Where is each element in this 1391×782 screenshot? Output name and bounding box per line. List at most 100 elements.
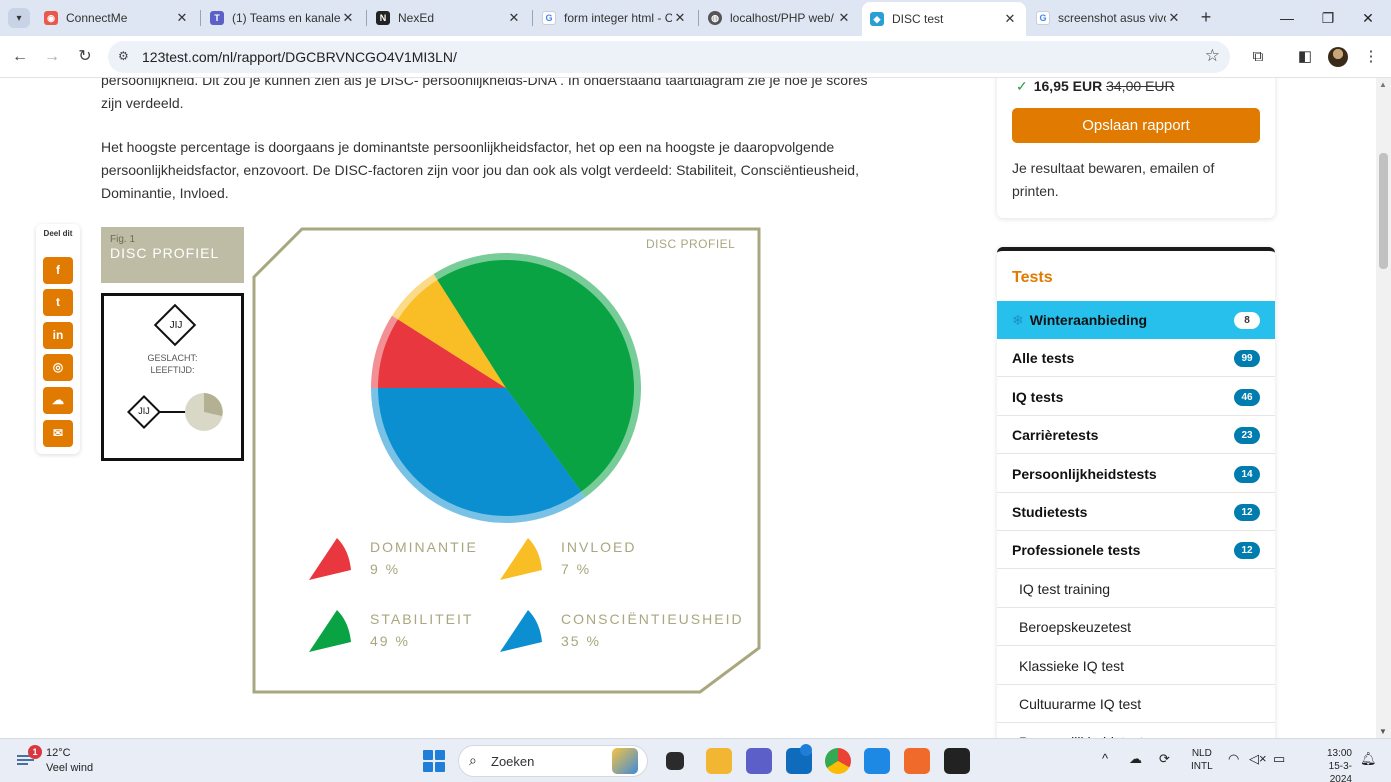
tests-sub-link[interactable]: Beroepskeuzetest xyxy=(997,608,1275,647)
chrome-icon[interactable] xyxy=(825,748,851,774)
menu-kebab-icon[interactable]: ⋮ xyxy=(1360,46,1382,68)
side-panel-icon[interactable]: ◧ xyxy=(1294,46,1316,68)
google-icon: G xyxy=(542,11,556,25)
widgets-icon[interactable] xyxy=(612,748,638,774)
legend-value: 9 % xyxy=(370,561,401,577)
tab-nexed[interactable]: N NexEd ✕ xyxy=(368,4,530,32)
profile-avatar[interactable] xyxy=(1328,47,1348,67)
scroll-down-icon[interactable]: ▼ xyxy=(1379,727,1387,736)
figure-title: DISC PROFIEL xyxy=(110,245,220,261)
tests-item-label: ❄ Winteraanbieding xyxy=(1012,312,1148,328)
sync-icon[interactable]: ⟳ xyxy=(1159,751,1170,767)
network-cloud-icon[interactable]: ☁ xyxy=(1129,751,1142,767)
scroll-up-icon[interactable]: ▲ xyxy=(1379,80,1387,89)
tests-item[interactable]: ❄ Winteraanbieding 8 xyxy=(997,301,1275,339)
close-icon[interactable]: ✕ xyxy=(506,10,522,26)
chevron-up-icon[interactable]: ^ xyxy=(1102,751,1108,766)
tab-google-screenshot[interactable]: G screenshot asus vivob ✕ xyxy=(1028,4,1190,32)
tests-item[interactable]: Carrièretests 23 xyxy=(997,416,1275,455)
address-bar[interactable]: ⚙ 123test.com/nl/rapport/DGCBRVNCGO4V1MI… xyxy=(108,41,1230,73)
tests-title: Tests xyxy=(1012,269,1053,286)
close-icon[interactable]: ✕ xyxy=(672,10,688,26)
profile-card: JIJ GESLACHT: LEEFTIJD: JIJ xyxy=(101,293,244,461)
store-badge xyxy=(800,744,812,756)
weather-badge: 1 xyxy=(28,745,42,759)
linkedin-share-button[interactable]: in xyxy=(43,322,73,349)
messenger-share-button[interactable]: ☁ xyxy=(43,387,73,414)
restore-icon[interactable]: ❐ xyxy=(1316,6,1340,30)
tests-sub-link[interactable]: Persoonlijkheidstest xyxy=(997,723,1275,738)
page-scrollbar[interactable]: ▲ ▼ xyxy=(1376,78,1391,738)
input-language[interactable]: NLD INTL xyxy=(1191,747,1213,773)
close-icon[interactable]: ✕ xyxy=(1002,11,1018,27)
tests-item[interactable]: Alle tests 99 xyxy=(997,339,1275,378)
wifi-icon[interactable]: ◠ xyxy=(1228,751,1239,767)
count-badge: 99 xyxy=(1234,350,1260,368)
close-window-icon[interactable]: ✕ xyxy=(1356,6,1380,30)
tab-teams[interactable]: T (1) Teams en kanalen ✕ xyxy=(202,4,364,32)
tests-item[interactable]: Studietests 12 xyxy=(997,493,1275,531)
disc-test-icon: ◆ xyxy=(870,12,884,26)
terminal-icon[interactable] xyxy=(944,748,970,774)
legend-wedge-icon xyxy=(500,538,542,580)
count-badge: 12 xyxy=(1234,542,1260,560)
volume-icon[interactable]: ◁× xyxy=(1249,751,1267,767)
tests-sub-link[interactable]: IQ test training xyxy=(997,570,1275,608)
task-view-icon[interactable] xyxy=(666,752,684,770)
share-sidebar: Deel dit f t in ◎ ☁ ✉ xyxy=(36,224,80,454)
email-icon: ✉ xyxy=(52,426,64,440)
minimize-icon[interactable]: — xyxy=(1275,6,1299,30)
you-label: JIJ xyxy=(169,320,183,331)
windows-start-icon[interactable] xyxy=(423,750,445,772)
bookmark-star-icon[interactable]: ☆ xyxy=(1205,46,1220,66)
weather-temperature[interactable]: 12°C xyxy=(46,747,71,759)
new-tab-button[interactable]: + xyxy=(1197,8,1215,28)
teams-taskbar-icon[interactable] xyxy=(746,748,772,774)
legend-value: 49 % xyxy=(370,633,410,649)
email-share-button[interactable]: ✉ xyxy=(43,420,73,447)
notification-bell-icon[interactable]: 🔔︎ xyxy=(1360,751,1377,767)
age-label: LEEFTIJD: xyxy=(150,365,195,375)
close-icon[interactable]: ✕ xyxy=(1166,10,1182,26)
check-icon: ✓ xyxy=(1016,78,1028,94)
language-code: NLD xyxy=(1191,748,1212,759)
extensions-icon[interactable]: ⧉ xyxy=(1247,46,1269,68)
tab-google-search[interactable]: G form integer html - C ✕ xyxy=(534,4,696,32)
tests-item[interactable]: Professionele tests 12 xyxy=(997,531,1275,570)
tab-localhost[interactable]: ◍ localhost/PHP web/ ✕ xyxy=(700,4,860,32)
instagram-share-button[interactable]: ◎ xyxy=(43,354,73,381)
close-icon[interactable]: ✕ xyxy=(340,10,356,26)
tests-item[interactable]: IQ tests 46 xyxy=(997,378,1275,416)
tests-sub-link[interactable]: Klassieke IQ test xyxy=(997,647,1275,685)
close-icon[interactable]: ✕ xyxy=(174,10,190,26)
back-icon[interactable]: ← xyxy=(8,45,32,69)
url-text[interactable]: 123test.com/nl/rapport/DGCBRVNCGO4V1MI3L… xyxy=(142,49,457,65)
site-info-icon[interactable]: ⚙ xyxy=(118,49,129,63)
twitter-share-button[interactable]: t xyxy=(43,289,73,316)
reload-icon[interactable]: ↻ xyxy=(73,45,97,69)
disc-pie-chart xyxy=(371,252,642,523)
vscode-icon[interactable] xyxy=(864,748,890,774)
xampp-icon[interactable] xyxy=(904,748,930,774)
disc-profile-title: DISC PROFIEL xyxy=(646,237,736,251)
scroll-thumb[interactable] xyxy=(1379,153,1388,269)
save-report-button[interactable]: Opslaan rapport xyxy=(1012,108,1260,143)
tab-disc-test[interactable]: ◆ DISC test ✕ xyxy=(862,2,1026,36)
forward-icon[interactable]: → xyxy=(40,45,64,69)
tests-item[interactable]: Persoonlijkheidstests 14 xyxy=(997,455,1275,493)
system-clock[interactable]: 13:00 15-3-2024 xyxy=(1312,747,1352,782)
battery-icon[interactable]: ▭ xyxy=(1273,751,1285,767)
price-line: ✓ 16,95 EUR 34,00 EUR xyxy=(1016,78,1175,95)
nexed-icon: N xyxy=(376,11,390,25)
tests-item-label: Carrièretests xyxy=(1012,427,1099,444)
tests-sub-link[interactable]: Cultuurarme IQ test xyxy=(997,685,1275,723)
close-icon[interactable]: ✕ xyxy=(836,10,852,26)
tab-connectme[interactable]: ◉ ConnectMe ✕ xyxy=(36,4,198,32)
weather-description[interactable]: Veel wind xyxy=(46,762,93,774)
profile-meta: GESLACHT: LEEFTIJD: xyxy=(104,352,241,376)
you-small-label: JIJ xyxy=(138,406,150,416)
tab-search-button[interactable]: ▾ xyxy=(8,8,30,28)
snowflake-icon: ❄ xyxy=(1012,312,1024,328)
facebook-share-button[interactable]: f xyxy=(43,257,73,284)
file-explorer-icon[interactable] xyxy=(706,748,732,774)
